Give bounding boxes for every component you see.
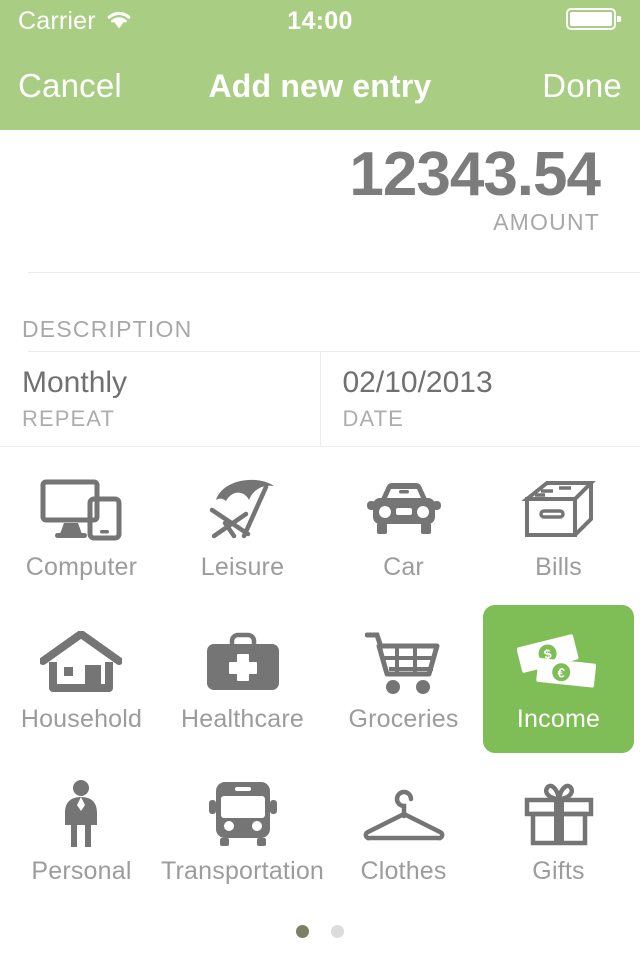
category-label: Income bbox=[516, 704, 601, 733]
carrier-label: Carrier bbox=[18, 6, 96, 35]
amount-label: AMOUNT bbox=[493, 209, 600, 236]
beach-umbrella-icon bbox=[204, 473, 282, 547]
category-label: Computer bbox=[25, 552, 138, 581]
category-label: Car bbox=[383, 552, 424, 581]
repeat-field[interactable]: Monthly REPEAT bbox=[0, 352, 320, 446]
divider-categories bbox=[0, 446, 640, 447]
done-button[interactable]: Done bbox=[542, 67, 622, 105]
category-label: Clothes bbox=[360, 856, 447, 885]
category-tile-computer[interactable]: Computer bbox=[6, 453, 157, 601]
bus-icon bbox=[208, 777, 278, 851]
house-icon bbox=[40, 625, 123, 699]
category-tile-clothes[interactable]: Clothes bbox=[328, 757, 479, 905]
page-dot-1[interactable] bbox=[296, 925, 309, 938]
navigation-bar: Cancel Add new entry Done bbox=[0, 42, 640, 130]
date-label: DATE bbox=[342, 405, 404, 431]
category-tile-transportation[interactable]: Transportation bbox=[161, 757, 324, 905]
banknotes-icon: $ € bbox=[516, 625, 601, 699]
status-left-group: Carrier bbox=[18, 7, 132, 36]
date-field[interactable]: 02/10/2013 DATE bbox=[319, 352, 640, 446]
description-field[interactable]: DESCRIPTION bbox=[0, 273, 640, 351]
category-tile-personal[interactable]: Personal bbox=[6, 757, 157, 905]
car-icon bbox=[365, 473, 443, 547]
category-tile-groceries[interactable]: Groceries bbox=[328, 605, 479, 753]
amount-value[interactable]: 12343.54 bbox=[349, 142, 601, 207]
category-label: Groceries bbox=[348, 704, 459, 733]
category-tile-healthcare[interactable]: Healthcare bbox=[161, 605, 324, 753]
category-label: Healthcare bbox=[181, 704, 304, 733]
repeat-label: REPEAT bbox=[22, 405, 115, 431]
computer-icon bbox=[40, 473, 122, 547]
category-tile-car[interactable]: Car bbox=[328, 453, 479, 601]
category-label: Household bbox=[20, 704, 143, 733]
status-right-group bbox=[566, 6, 622, 37]
category-label: Gifts bbox=[532, 856, 585, 885]
cancel-button[interactable]: Cancel bbox=[18, 67, 122, 105]
category-label: Leisure bbox=[200, 552, 285, 581]
person-icon bbox=[56, 777, 106, 851]
gift-box-icon bbox=[524, 777, 594, 851]
category-label: Bills bbox=[535, 552, 582, 581]
repeat-date-row: Monthly REPEAT 02/10/2013 DATE bbox=[0, 352, 640, 446]
description-label: DESCRIPTION bbox=[22, 316, 193, 342]
description-input[interactable] bbox=[192, 311, 194, 343]
category-tile-bills[interactable]: Bills bbox=[483, 453, 634, 601]
file-box-icon bbox=[519, 473, 599, 547]
status-bar: Carrier 14:00 bbox=[0, 0, 640, 42]
category-tile-household[interactable]: Household bbox=[6, 605, 157, 753]
date-value: 02/10/2013 bbox=[342, 366, 493, 399]
svg-text:€: € bbox=[556, 664, 565, 680]
page-dot-2[interactable] bbox=[331, 925, 344, 938]
repeat-value: Monthly bbox=[22, 366, 128, 399]
category-label: Transportation bbox=[160, 856, 325, 885]
medical-bag-icon bbox=[205, 625, 281, 699]
category-tile-leisure[interactable]: Leisure bbox=[161, 453, 324, 601]
category-tile-gifts[interactable]: Gifts bbox=[483, 757, 634, 905]
page-indicator bbox=[0, 925, 640, 938]
category-label: Personal bbox=[31, 856, 132, 885]
battery-full-icon bbox=[566, 6, 622, 37]
category-tile-income[interactable]: $ € Income bbox=[483, 605, 634, 753]
wifi-icon bbox=[106, 9, 132, 34]
add-entry-screen: Carrier 14:00 Cancel Add new entry Done … bbox=[0, 0, 640, 960]
amount-field[interactable]: 12343.54 AMOUNT bbox=[0, 130, 640, 272]
shopping-cart-icon bbox=[364, 625, 443, 699]
hanger-icon bbox=[362, 777, 446, 851]
category-grid: Computer Leisure Car Bills Household Hea… bbox=[0, 451, 640, 907]
